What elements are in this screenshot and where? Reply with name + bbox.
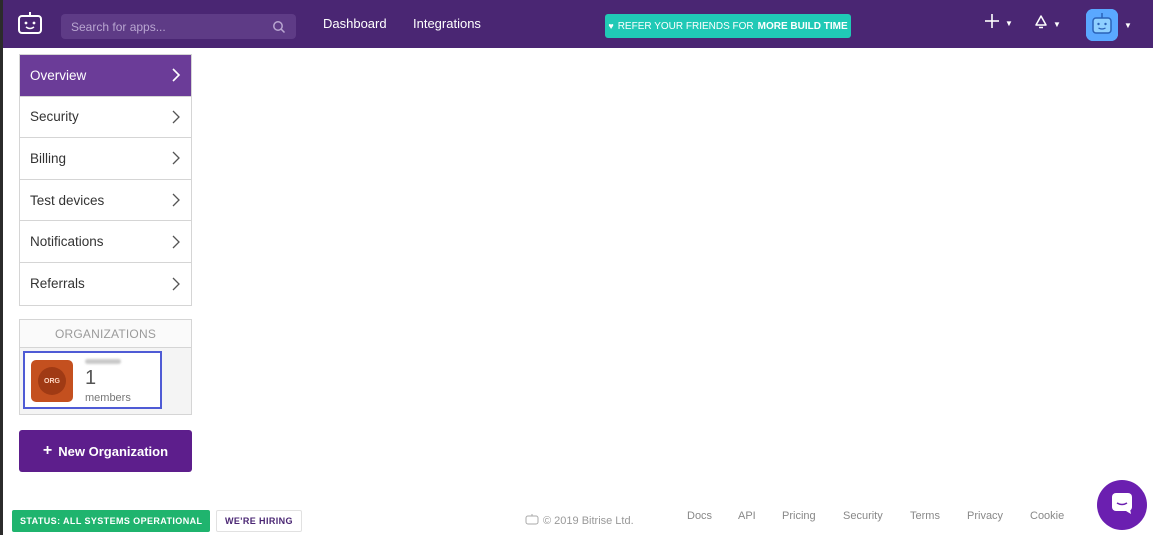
organization-logo-text: ORG [38,367,66,395]
sidebar-item-referrals[interactable]: Referrals [20,263,191,305]
sidebar-item-label: Referrals [30,276,85,292]
sidebar-item-test-devices[interactable]: Test devices [20,180,191,222]
new-organization-label: New Organization [58,443,169,459]
bitrise-logo-icon [525,514,539,528]
refer-banner-text: REFER YOUR FRIENDS FOR [617,20,754,32]
sidebar-item-label: Billing [30,150,67,166]
sidebar-item-billing[interactable]: Billing [20,138,191,180]
footer-link-pricing[interactable]: Pricing [782,510,816,522]
sidebar-item-notifications[interactable]: Notifications [20,221,191,263]
search-box[interactable] [61,14,296,39]
bell-icon [1033,14,1049,35]
organizations-heading: ORGANIZATIONS [20,320,191,348]
organization-member-count: 1 [85,367,97,389]
footer-link-cookie[interactable]: Cookie [1030,510,1064,522]
sidebar-item-label: Test devices [30,192,105,208]
sidebar-item-security[interactable]: Security [20,97,191,139]
chevron-right-icon [171,151,181,165]
user-avatar-icon[interactable] [1086,9,1118,41]
copyright: © 2019 Bitrise Ltd. [525,514,634,528]
copyright-text: © 2019 Bitrise Ltd. [543,515,634,527]
plus-icon: + [42,442,53,459]
search-input[interactable] [71,19,272,34]
search-icon[interactable] [272,20,286,34]
sidebar-item-label: Notifications [30,234,104,250]
sidebar-item-label: Security [30,109,79,125]
settings-sidebar: Overview Security Billing Test devices N… [19,54,192,306]
chevron-right-icon [171,235,181,249]
refer-banner-highlight: MORE BUILD TIME [757,20,848,32]
footer-link-api[interactable]: API [738,510,756,522]
nav-integrations-link[interactable]: Integrations [413,16,481,31]
footer-link-security[interactable]: Security [843,510,883,522]
chat-icon [1110,491,1134,520]
add-menu-button[interactable]: ▼ [983,12,1013,35]
plus-icon [983,12,1001,35]
refer-friends-banner[interactable]: ♥ REFER YOUR FRIENDS FOR MORE BUILD TIME [605,14,851,38]
chevron-right-icon [171,110,181,124]
chevron-right-icon [171,68,181,82]
sidebar-item-overview[interactable]: Overview [20,55,191,97]
chat-launcher-button[interactable] [1097,480,1147,530]
footer-link-docs[interactable]: Docs [687,510,712,522]
organization-card[interactable]: ORG 1 members [23,351,162,409]
organization-members-label: members [85,392,131,404]
footer-link-terms[interactable]: Terms [910,510,940,522]
heart-icon: ♥ [608,21,614,31]
new-organization-button[interactable]: + New Organization [19,430,192,472]
app-frame: Dashboard Integrations ♥ REFER YOUR FRIE… [0,0,1153,535]
chevron-right-icon [171,193,181,207]
sidebar-item-label: Overview [30,67,87,83]
organization-name-redacted [85,359,121,364]
top-navigation-bar: Dashboard Integrations ♥ REFER YOUR FRIE… [3,0,1153,48]
chevron-down-icon: ▼ [1053,20,1061,29]
hiring-badge[interactable]: WE'RE HIRING [216,510,302,532]
chevron-down-icon[interactable]: ▼ [1124,21,1132,30]
nav-dashboard-link[interactable]: Dashboard [323,16,387,31]
footer-link-privacy[interactable]: Privacy [967,510,1003,522]
chevron-down-icon: ▼ [1005,19,1013,28]
organization-logo: ORG [31,360,73,402]
bitrise-logo-icon[interactable] [17,11,45,35]
status-badge[interactable]: STATUS: ALL SYSTEMS OPERATIONAL [12,510,211,532]
organizations-panel: ORGANIZATIONS ORG 1 members [19,319,192,415]
notifications-button[interactable]: ▼ [1033,14,1061,35]
chevron-right-icon [171,277,181,291]
